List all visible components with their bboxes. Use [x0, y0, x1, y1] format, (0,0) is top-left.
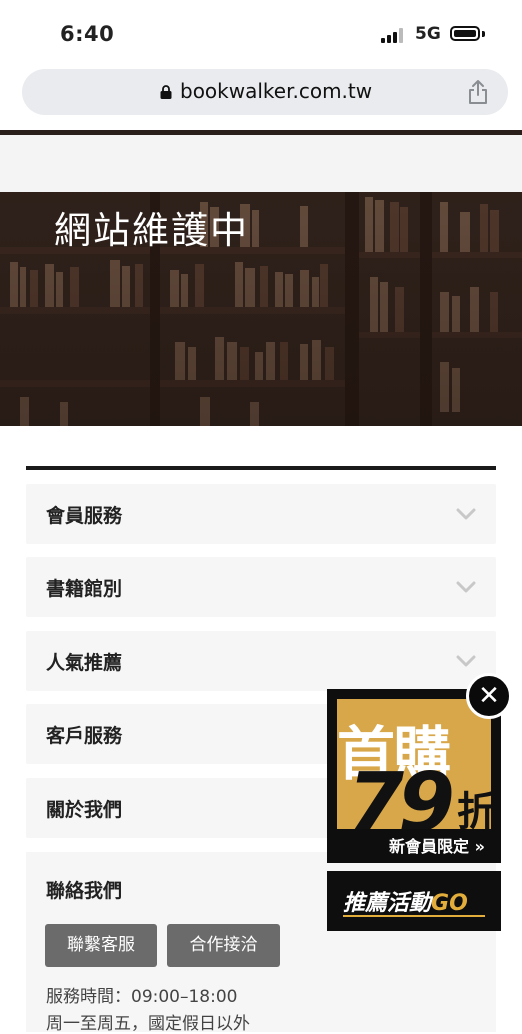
share-icon[interactable]: [467, 79, 489, 105]
accordion-label: 關於我們: [46, 799, 123, 821]
accordion-label: 會員服務: [46, 505, 123, 527]
promo-gold-panel: 首購 79 折: [337, 699, 491, 829]
promo-discount-unit: 折: [457, 789, 491, 829]
event-underline: [343, 915, 485, 917]
accordion-member-services[interactable]: 會員服務: [26, 484, 496, 544]
service-days: 周一至周五，國定假日以外: [46, 1014, 250, 1034]
menu-divider: [26, 466, 496, 470]
header-band: [0, 135, 522, 192]
event-go-button[interactable]: 推薦活動GO: [327, 871, 501, 931]
signal-icon: [381, 28, 403, 43]
chevron-down-icon: [456, 655, 476, 667]
accordion-label: 客戶服務: [46, 725, 123, 747]
hero-title: 網站維護中: [54, 209, 249, 252]
accordion-popular-picks[interactable]: 人氣推薦: [26, 631, 496, 691]
event-label: 推薦活動GO: [343, 885, 468, 917]
hero-banner: 網站維護中: [0, 192, 522, 426]
status-time: 6:40: [60, 22, 115, 46]
partnership-button[interactable]: 合作接洽: [167, 924, 280, 967]
lock-icon: [160, 85, 172, 99]
promo-tagline: 新會員限定 »: [389, 837, 485, 856]
service-hours: 服務時間：09:00–18:00: [46, 987, 238, 1007]
contact-support-button[interactable]: 聯繫客服: [45, 924, 157, 967]
contact-title: 聯絡我們: [46, 880, 123, 902]
network-label: 5G: [415, 24, 441, 44]
promo-discount-number: 79: [347, 756, 455, 829]
accordion-label: 書籍館別: [46, 578, 123, 600]
event-text: 推薦活動: [343, 891, 432, 916]
url-text[interactable]: bookwalker.com.tw: [180, 79, 372, 103]
status-bar: 6:40 5G: [0, 0, 522, 64]
chevron-down-icon: [456, 508, 476, 520]
battery-icon: [450, 26, 480, 41]
accordion-label: 人氣推薦: [46, 652, 123, 674]
chevron-down-icon: [456, 581, 476, 593]
close-icon: ✕: [478, 681, 500, 711]
event-go-text: GO: [431, 891, 468, 916]
address-bar[interactable]: bookwalker.com.tw: [22, 69, 508, 115]
accordion-book-categories[interactable]: 書籍館別: [26, 557, 496, 617]
close-promo-button[interactable]: ✕: [466, 673, 512, 719]
battery-cap: [482, 31, 485, 37]
